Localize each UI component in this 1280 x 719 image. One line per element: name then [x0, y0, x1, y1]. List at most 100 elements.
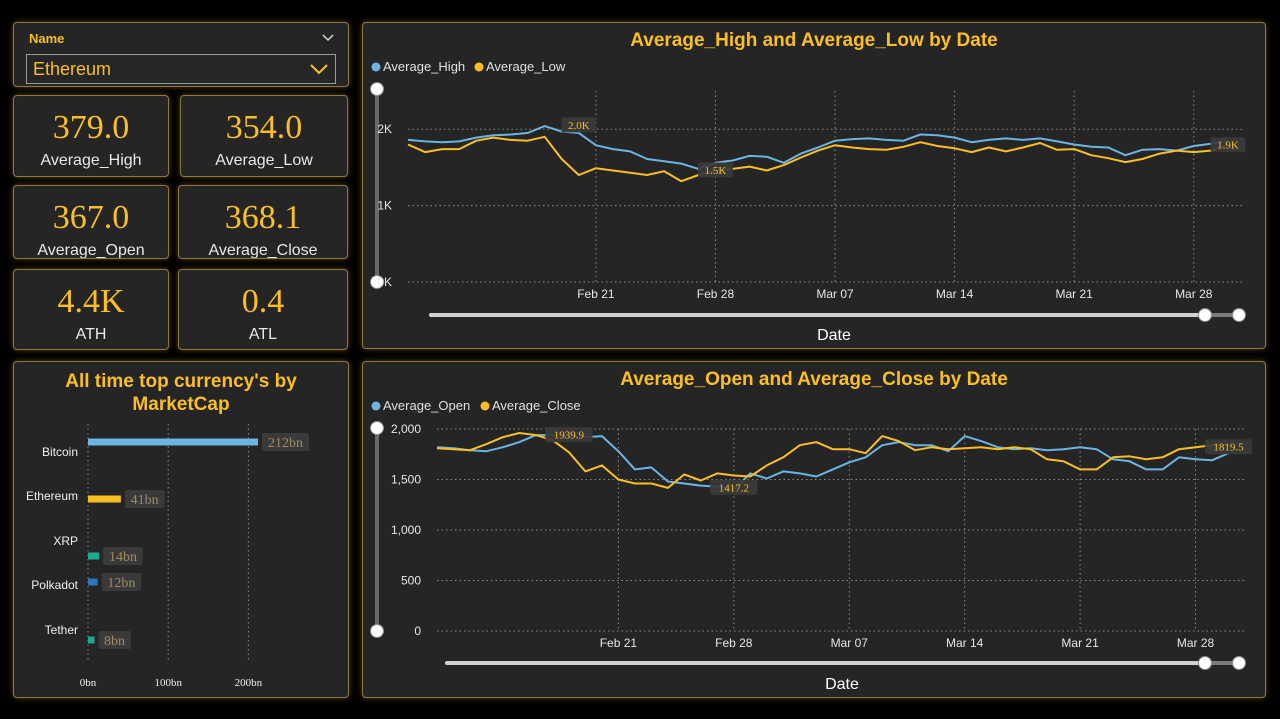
- kpi-value: 0.4: [241, 283, 285, 320]
- data-label: 1417.2: [710, 479, 758, 495]
- bar-value-label: 12bn: [107, 576, 135, 591]
- x-slider-handle-left[interactable]: [1198, 308, 1212, 322]
- open-close-chart: Average_Open Average_Close 0 500 1,000 1,50…: [370, 398, 1253, 693]
- legend-label-average-low[interactable]: Average_Low: [486, 59, 566, 74]
- x-tick-label: 200bn: [235, 677, 263, 689]
- y-tick-label: 0K: [377, 275, 392, 289]
- y-tick-label: 1,000: [391, 523, 421, 537]
- kpi-card-average-close: 368.1 Average_Close: [178, 185, 348, 259]
- data-label-text: 1939.9: [554, 430, 585, 442]
- data-label: 1819.5: [1204, 439, 1253, 455]
- bar-ethereum[interactable]: [88, 495, 121, 503]
- bar-value-label: 41bn: [131, 493, 159, 508]
- x-slider-handle-right[interactable]: [1232, 656, 1246, 670]
- y-slider-handle-top[interactable]: [370, 82, 384, 96]
- data-label: 1939.9: [545, 427, 593, 443]
- data-label: 1.5K: [698, 162, 733, 178]
- bar-tether[interactable]: [88, 636, 95, 644]
- bar-value-label: 8bn: [104, 634, 125, 649]
- x-tick-label: Feb 28: [715, 636, 753, 650]
- x-tick-label: Mar 28: [1175, 287, 1213, 301]
- market-cap-chart: 0bn 100bn 200bn Bitcoin 212bn Ethereum 41bn XR…: [26, 424, 309, 689]
- category-label: Tether: [45, 623, 78, 637]
- legend-marker-average-high: [371, 62, 381, 72]
- y-slider-handle-bottom[interactable]: [370, 624, 384, 638]
- bar-value-label: 212bn: [268, 436, 303, 451]
- kpi-label: Average_Open: [37, 242, 145, 259]
- kpi-card-average-high: 379.0 Average_High: [13, 95, 169, 177]
- market-cap-chart-panel: All time top currency's by MarketCap 0bn…: [13, 361, 349, 698]
- slicer-selected-value: Ethereum: [33, 59, 112, 79]
- kpi-label: Average_Close: [208, 242, 318, 259]
- bar-polkadot[interactable]: [88, 578, 98, 586]
- x-slider-handle-right[interactable]: [1232, 308, 1246, 322]
- kpi-card-atl: 0.4 ATL: [178, 269, 348, 350]
- kpi-value: 368.1: [224, 199, 302, 236]
- bar-value-label: 14bn: [109, 550, 137, 565]
- x-range-slider[interactable]: [429, 308, 1246, 322]
- data-label-text: 2.0K: [568, 120, 590, 132]
- y-tick-label: 500: [401, 574, 421, 588]
- x-tick-label: Mar 07: [816, 287, 854, 301]
- series-line-average-low[interactable]: [407, 135, 1229, 183]
- bar-bitcoin[interactable]: [88, 438, 258, 446]
- slicer-dropdown[interactable]: Ethereum: [26, 54, 336, 84]
- kpi-value: 379.0: [52, 109, 130, 146]
- x-tick-label: Mar 21: [1056, 287, 1094, 301]
- y-tick-label: 2,000: [391, 422, 421, 436]
- y-range-slider[interactable]: [370, 82, 384, 289]
- legend-label-average-high[interactable]: Average_High: [383, 59, 465, 74]
- kpi-card-average-open: 367.0 Average_Open: [13, 185, 169, 259]
- category-label: Ethereum: [26, 489, 78, 503]
- data-label: 1.9K: [1210, 137, 1246, 153]
- open-close-chart-panel: Average_Open and Average_Close by Date A…: [362, 361, 1266, 698]
- x-tick-label: Mar 28: [1177, 636, 1215, 650]
- name-slicer[interactable]: Name Ethereum: [13, 22, 349, 87]
- y-slider-handle-top[interactable]: [370, 421, 384, 435]
- x-tick-label: Feb 21: [577, 287, 615, 301]
- bar-xrp[interactable]: [88, 552, 100, 560]
- x-axis-title: Date: [817, 327, 851, 344]
- legend-marker-average-open: [371, 401, 381, 411]
- x-tick-label: 0bn: [80, 677, 97, 689]
- series-line-average-high[interactable]: [407, 125, 1229, 170]
- y-tick-label: 1K: [377, 199, 392, 213]
- category-label: Bitcoin: [42, 445, 78, 459]
- high-low-chart-panel: Average_High and Average_Low by Date Ave…: [362, 22, 1266, 349]
- category-label: XRP: [53, 534, 78, 548]
- data-label-text: 1819.5: [1213, 442, 1244, 454]
- chevron-down-icon[interactable]: [320, 29, 336, 45]
- data-label-text: 1.5K: [705, 165, 727, 177]
- x-slider-handle-left[interactable]: [1198, 656, 1212, 670]
- x-tick-label: Feb 28: [697, 287, 735, 301]
- kpi-value: 354.0: [225, 109, 303, 146]
- x-tick-label: Mar 21: [1061, 636, 1099, 650]
- x-tick-label: Mar 14: [946, 636, 984, 650]
- x-tick-label: Mar 14: [936, 287, 974, 301]
- high-low-chart: Average_High Average_Low 0K 1K 2K Feb 21 Feb…: [370, 59, 1246, 344]
- legend-marker-average-close: [480, 401, 490, 411]
- kpi-value: 367.0: [52, 199, 130, 236]
- legend-label-average-open[interactable]: Average_Open: [383, 398, 470, 413]
- x-range-slider[interactable]: [445, 656, 1246, 670]
- kpi-label: Average_High: [40, 152, 142, 169]
- category-label: Polkadot: [31, 578, 78, 592]
- x-tick-label: 100bn: [154, 677, 182, 689]
- kpi-label: ATH: [75, 326, 107, 343]
- chart-legend: Average_Open Average_Close: [371, 398, 581, 413]
- kpi-value: 4.4K: [57, 283, 125, 320]
- kpi-card-average-low: 354.0 Average_Low: [180, 95, 348, 177]
- legend-label-average-close[interactable]: Average_Close: [492, 398, 581, 413]
- x-axis-title: Date: [825, 676, 859, 693]
- kpi-label: Average_Low: [215, 152, 313, 169]
- data-label-text: 1.9K: [1217, 140, 1239, 152]
- y-tick-label: 0: [414, 624, 421, 638]
- slicer-title: Name: [29, 31, 65, 46]
- x-tick-label: Mar 07: [831, 636, 869, 650]
- y-range-slider[interactable]: [370, 421, 384, 638]
- x-tick-label: Feb 21: [600, 636, 638, 650]
- kpi-card-ath: 4.4K ATH: [13, 269, 169, 350]
- data-label-text: 1417.2: [719, 482, 749, 494]
- y-tick-label: 1,500: [391, 473, 421, 487]
- legend-marker-average-low: [474, 62, 484, 72]
